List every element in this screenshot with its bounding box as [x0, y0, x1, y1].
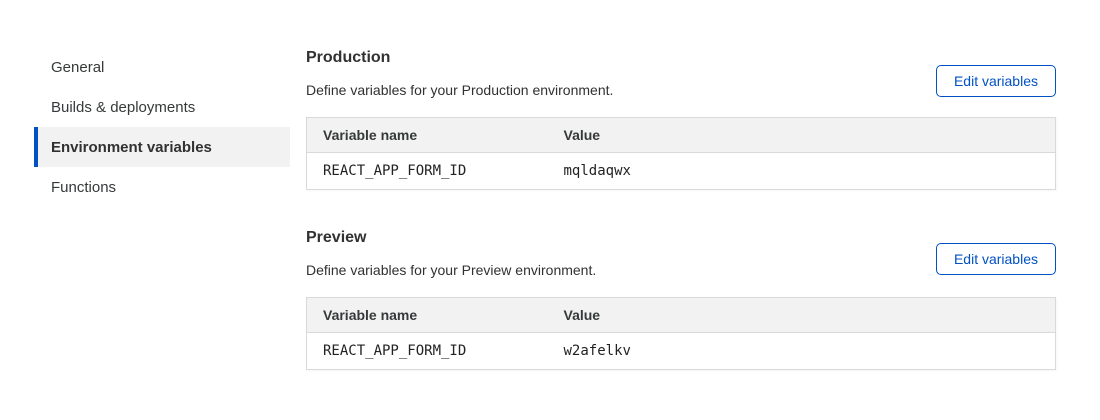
production-section: Production Define variables for your Pro… — [306, 47, 1056, 190]
table-row: REACT_APP_FORM_ID mqldaqwx — [307, 153, 1056, 190]
preview-edit-variables-button[interactable]: Edit variables — [936, 243, 1056, 275]
sidebar-item-builds-deployments[interactable]: Builds & deployments — [34, 87, 290, 127]
value-column-header: Value — [548, 118, 1056, 153]
preview-section: Preview Define variables for your Previe… — [306, 227, 1056, 370]
sidebar-item-general[interactable]: General — [34, 47, 290, 87]
variable-name-column-header: Variable name — [307, 118, 548, 153]
variable-name-cell: REACT_APP_FORM_ID — [307, 333, 548, 370]
table-row: REACT_APP_FORM_ID w2afelkv — [307, 333, 1056, 370]
sidebar-item-environment-variables[interactable]: Environment variables — [34, 127, 290, 167]
variable-name-column-header: Variable name — [307, 298, 548, 333]
environment-variables-panel: Production Define variables for your Pro… — [306, 47, 1056, 370]
production-edit-variables-button[interactable]: Edit variables — [936, 65, 1056, 97]
value-column-header: Value — [548, 298, 1056, 333]
variable-value-cell: mqldaqwx — [548, 153, 1056, 190]
table-header-row: Variable name Value — [307, 118, 1056, 153]
variable-value-cell: w2afelkv — [548, 333, 1056, 370]
table-header-row: Variable name Value — [307, 298, 1056, 333]
sidebar-item-functions[interactable]: Functions — [34, 167, 290, 207]
settings-sidebar: General Builds & deployments Environment… — [34, 47, 290, 207]
variable-name-cell: REACT_APP_FORM_ID — [307, 153, 548, 190]
preview-variables-table: Variable name Value REACT_APP_FORM_ID w2… — [306, 297, 1056, 370]
production-variables-table: Variable name Value REACT_APP_FORM_ID mq… — [306, 117, 1056, 190]
